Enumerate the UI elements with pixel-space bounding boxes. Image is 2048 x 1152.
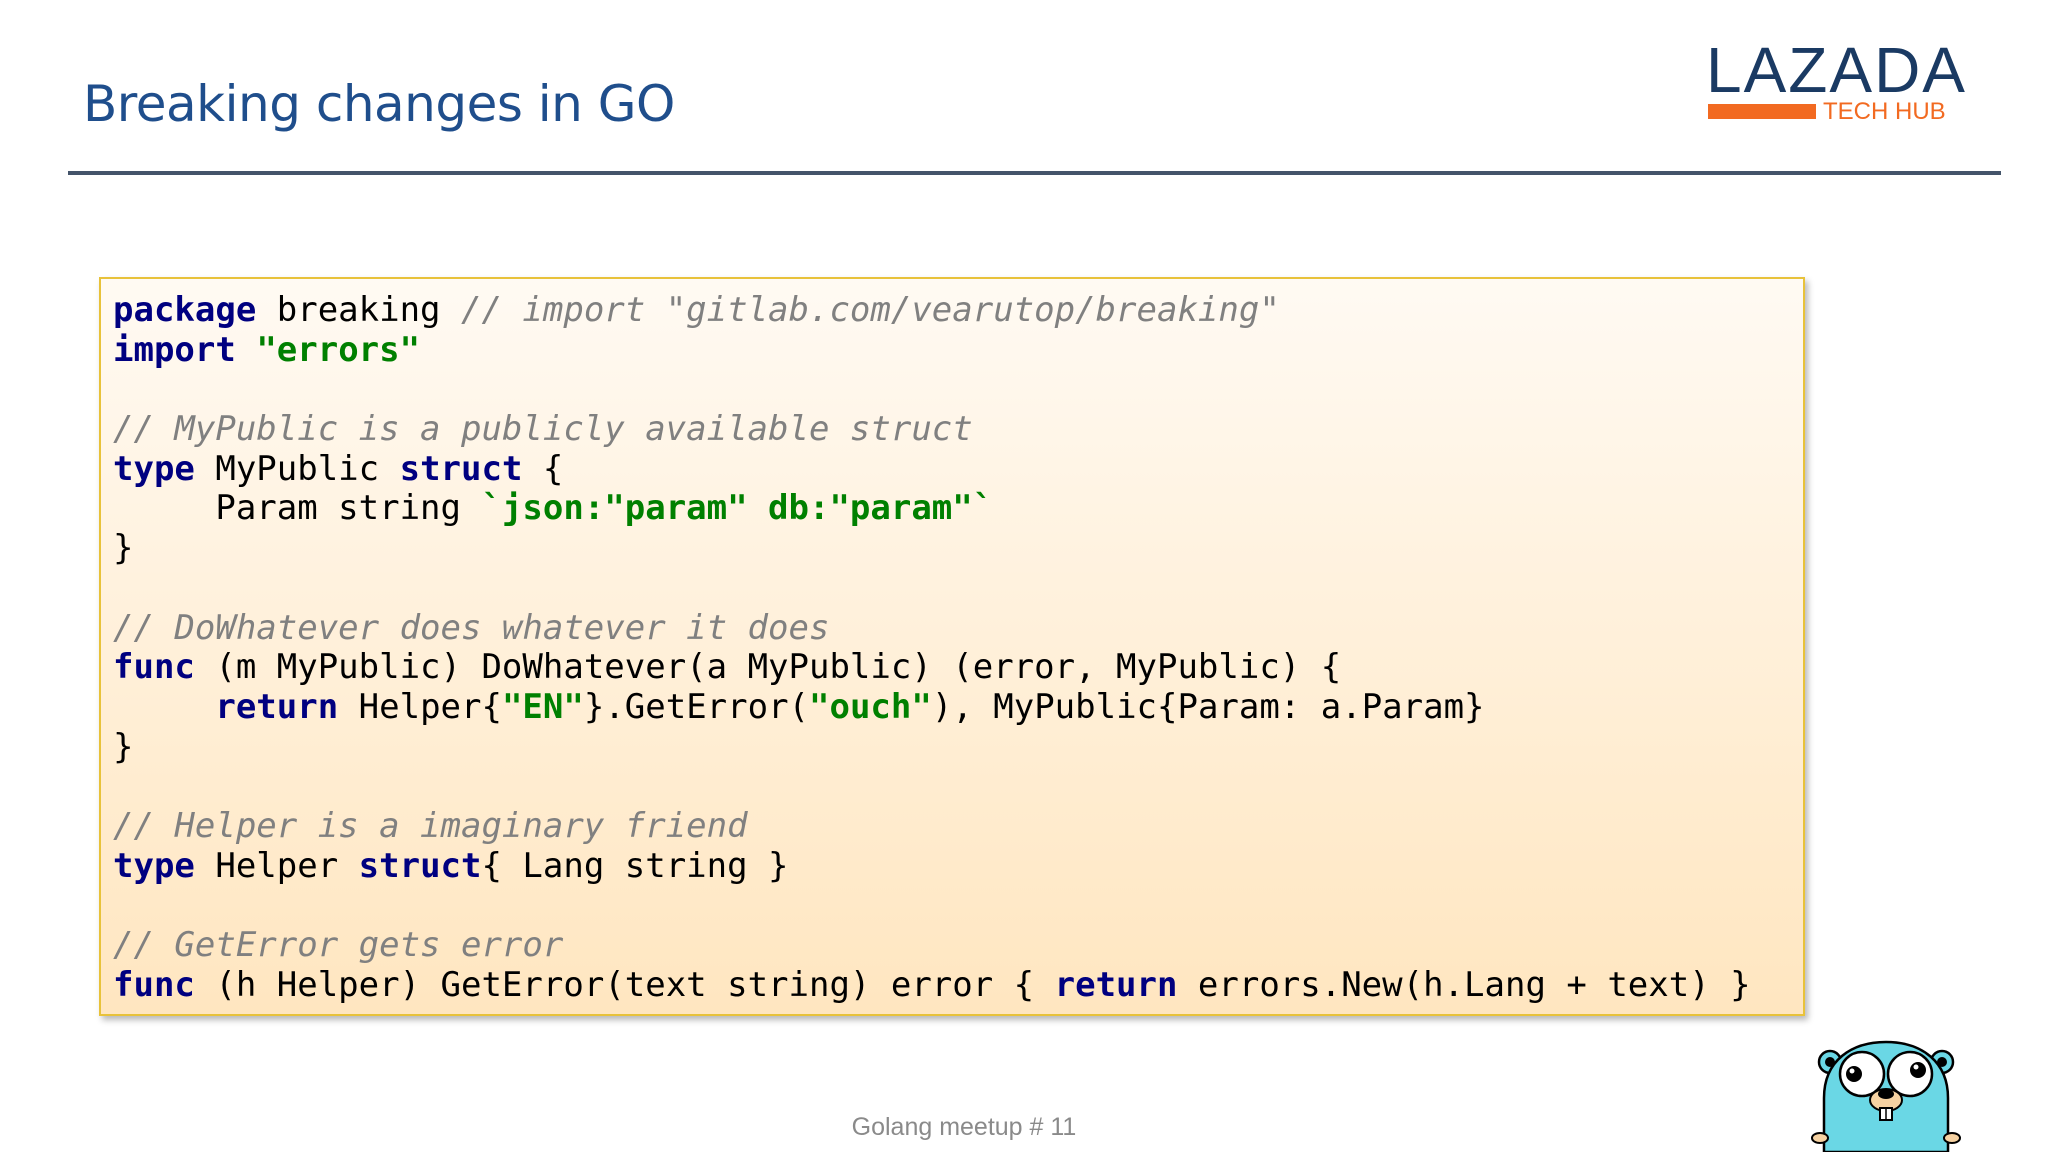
slide-title: Breaking changes in GO <box>83 75 675 133</box>
code-comment: // Helper is a imaginary friend <box>113 805 748 846</box>
code-line-1: package breaking // import "gitlab.com/v… <box>113 290 1751 331</box>
code-line-5: type MyPublic struct { <box>113 448 1751 490</box>
code-text: Param string <box>113 488 482 529</box>
code-string: "EN" <box>501 686 584 727</box>
code-string: "ouch" <box>809 686 932 727</box>
code-keyword: type <box>113 845 195 886</box>
slide-footer: Golang meetup # 11 <box>851 1113 1077 1141</box>
code-string: "errors" <box>256 329 421 370</box>
code-listing: package breaking // import "gitlab.com/v… <box>113 290 1751 1006</box>
code-text: } <box>113 528 134 569</box>
code-line-14: // Helper is a imaginary friend <box>113 805 1751 847</box>
code-keyword: import <box>113 329 236 370</box>
code-keyword: struct <box>399 448 523 489</box>
code-line-4: // MyPublic is a publicly available stru… <box>113 409 1751 450</box>
code-text: (h Helper) GetError(text string) error { <box>194 964 1055 1005</box>
code-comment: // MyPublic is a publicly available stru… <box>113 409 973 450</box>
code-line-6: Param string `json:"param" db:"param"` <box>113 489 1751 529</box>
code-line-10: func (m MyPublic) DoWhatever(a MyPublic)… <box>113 647 1751 688</box>
code-line-15: type Helper struct{ Lang string } <box>113 845 1751 887</box>
code-line-9: // DoWhatever does whatever it does <box>113 607 1751 649</box>
code-text: Helper{ <box>338 686 502 727</box>
code-keyword: return <box>215 686 339 727</box>
code-line-12: } <box>113 726 1751 768</box>
logo-wordmark: LAZADA <box>1706 34 1967 106</box>
logo-orange-bar <box>1708 104 1816 119</box>
code-line-11: return Helper{"EN"}.GetError("ouch"), My… <box>113 686 1751 728</box>
code-line-17: // GetError gets error <box>113 925 1751 966</box>
code-text: } <box>113 726 134 767</box>
code-text: Helper <box>194 845 359 886</box>
logo-subtitle: TECH HUB <box>1823 98 1946 125</box>
code-block: package breaking // import "gitlab.com/v… <box>99 277 1805 1016</box>
code-line-2: import "errors" <box>113 329 1751 371</box>
code-text: { <box>522 448 564 489</box>
code-line-18: func (h Helper) GetError(text string) er… <box>113 964 1751 1006</box>
go-gopher-mascot <box>1811 1040 1961 1152</box>
code-line-7: } <box>113 528 1751 569</box>
code-keyword: package <box>113 290 257 330</box>
code-text: (m MyPublic) DoWhatever(a MyPublic) (err… <box>194 647 1342 688</box>
code-keyword: struct <box>358 845 482 886</box>
code-text: errors.New(h.Lang + text) } <box>1177 964 1751 1005</box>
code-text: breaking <box>256 290 461 330</box>
code-text: MyPublic <box>194 448 400 489</box>
code-comment: // DoWhatever does whatever it does <box>113 607 830 648</box>
code-comment: // GetError gets error <box>113 925 564 965</box>
code-text: { Lang string } <box>481 845 789 886</box>
code-keyword: type <box>113 448 195 489</box>
code-keyword: func <box>113 964 195 1005</box>
lazada-tech-hub-logo: LAZADA TECH HUB <box>1706 38 1965 128</box>
code-comment: // import "gitlab.com/vearutop/breaking" <box>461 290 1280 330</box>
code-text: ), MyPublic{Param: a.Param} <box>931 686 1485 727</box>
code-keyword: return <box>1054 964 1178 1005</box>
code-text: }.GetError( <box>583 686 810 727</box>
title-divider <box>68 171 2001 175</box>
code-string: `json:"param" db:"param"` <box>481 488 994 529</box>
code-keyword: func <box>113 647 195 688</box>
